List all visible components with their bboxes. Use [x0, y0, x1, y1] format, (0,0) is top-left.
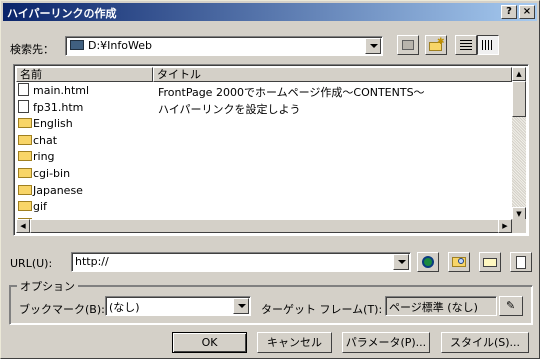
close-button[interactable]: × — [519, 5, 535, 19]
bookmark-value: (なし) — [109, 301, 140, 314]
url-label: URL(U): — [10, 257, 53, 270]
options-group-label: オプション — [17, 278, 78, 294]
pencil-icon[interactable]: ✎ — [499, 296, 523, 316]
find-file-icon[interactable] — [448, 252, 470, 272]
list-item[interactable]: English — [16, 115, 512, 132]
folder-icon — [18, 118, 32, 129]
item-name: main.html — [33, 84, 90, 97]
file-list[interactable]: 名前 タイトル main.html FrontPage 2000でホームページ作… — [13, 64, 529, 236]
list-item[interactable]: chat — [16, 132, 512, 149]
item-name: fp31.htm — [33, 100, 84, 114]
folder-icon — [18, 134, 32, 145]
scroll-up-icon[interactable]: ▲ — [512, 67, 526, 81]
bookmark-select[interactable]: (なし) — [105, 296, 251, 316]
window-title: ハイパーリンクの作成 — [7, 7, 117, 20]
bookmark-label: ブックマーク(B): — [19, 303, 105, 316]
item-name: Japanese — [33, 183, 83, 197]
bookmark-dropdown-button[interactable] — [233, 298, 249, 314]
vertical-scrollbar[interactable]: ▲ ▼ — [512, 67, 526, 221]
web-browse-icon[interactable] — [417, 252, 439, 272]
url-dropdown-button[interactable] — [393, 254, 409, 270]
list-item[interactable]: gif — [16, 198, 512, 215]
ok-button[interactable]: OK — [172, 332, 247, 353]
item-name: chat — [33, 133, 58, 147]
target-frame-label: ターゲット フレーム(T): — [261, 303, 383, 316]
style-button[interactable]: スタイル(S)... — [441, 332, 529, 353]
url-value: http:// — [75, 255, 109, 268]
lookin-value: D:¥InfoWeb — [88, 39, 152, 52]
folder-icon — [18, 151, 32, 162]
style-label: スタイル(S)... — [449, 336, 521, 349]
ok-label: OK — [201, 336, 218, 349]
help-button[interactable]: ? — [501, 5, 517, 19]
item-name: English — [33, 117, 73, 131]
url-input[interactable]: http:// — [71, 252, 411, 272]
hscroll-thumb[interactable] — [30, 219, 500, 233]
scroll-thumb[interactable] — [512, 81, 526, 117]
new-folder-icon[interactable]: ✱ — [425, 35, 447, 55]
list-item[interactable]: fp31.htm ハイパーリンクを設定しよう — [16, 99, 512, 116]
list-rows: main.html FrontPage 2000でホームページ作成〜CONTEN… — [16, 82, 512, 222]
list-item[interactable]: main.html FrontPage 2000でホームページ作成〜CONTEN… — [16, 82, 512, 99]
folder-icon — [18, 201, 32, 212]
lookin-combo[interactable]: D:¥InfoWeb — [65, 36, 383, 56]
scroll-corner — [512, 219, 526, 233]
target-frame-value: ページ標準 (なし) — [389, 301, 478, 314]
details-view-icon[interactable] — [477, 35, 499, 55]
up-folder-icon[interactable] — [397, 35, 419, 55]
horizontal-scrollbar[interactable]: ◀ ▶ — [16, 219, 512, 233]
item-name: cgi-bin — [33, 166, 71, 180]
scroll-left-icon[interactable]: ◀ — [16, 219, 30, 233]
list-view-icon[interactable] — [455, 35, 477, 55]
drive-icon — [70, 40, 84, 50]
parameters-button[interactable]: パラメータ(P)... — [342, 332, 430, 353]
item-title: FrontPage 2000でホームページ作成〜CONTENTS〜 — [158, 86, 425, 99]
parameters-label: パラメータ(P)... — [345, 336, 427, 349]
item-title: ハイパーリンクを設定しよう — [158, 102, 301, 116]
scroll-right-icon[interactable]: ▶ — [498, 219, 512, 233]
folder-icon — [18, 184, 32, 195]
email-icon[interactable] — [479, 252, 501, 272]
cancel-label: キャンセル — [267, 336, 322, 349]
hyperlink-dialog: ハイパーリンクの作成 ? × 検索先： D:¥InfoWeb ✱ 名前 タイトル… — [0, 0, 540, 359]
list-item[interactable]: Japanese — [16, 182, 512, 199]
folder-icon — [18, 167, 32, 178]
list-item[interactable]: cgi-bin — [16, 165, 512, 182]
column-name[interactable]: 名前 — [16, 67, 153, 82]
target-frame-field: ページ標準 (なし) — [385, 296, 497, 316]
new-page-icon[interactable] — [510, 252, 532, 272]
lookin-dropdown-button[interactable] — [365, 38, 381, 54]
item-name: gif — [33, 200, 47, 214]
column-title[interactable]: タイトル — [153, 67, 512, 82]
title-bar[interactable]: ハイパーリンクの作成 ? × — [3, 3, 537, 21]
cancel-button[interactable]: キャンセル — [257, 332, 332, 353]
item-name: ring — [33, 150, 55, 164]
lookin-label: 検索先： — [10, 43, 54, 56]
list-header: 名前 タイトル — [16, 67, 512, 82]
html-file-icon — [18, 99, 29, 113]
list-item[interactable]: ring — [16, 148, 512, 165]
html-file-icon — [18, 83, 29, 96]
